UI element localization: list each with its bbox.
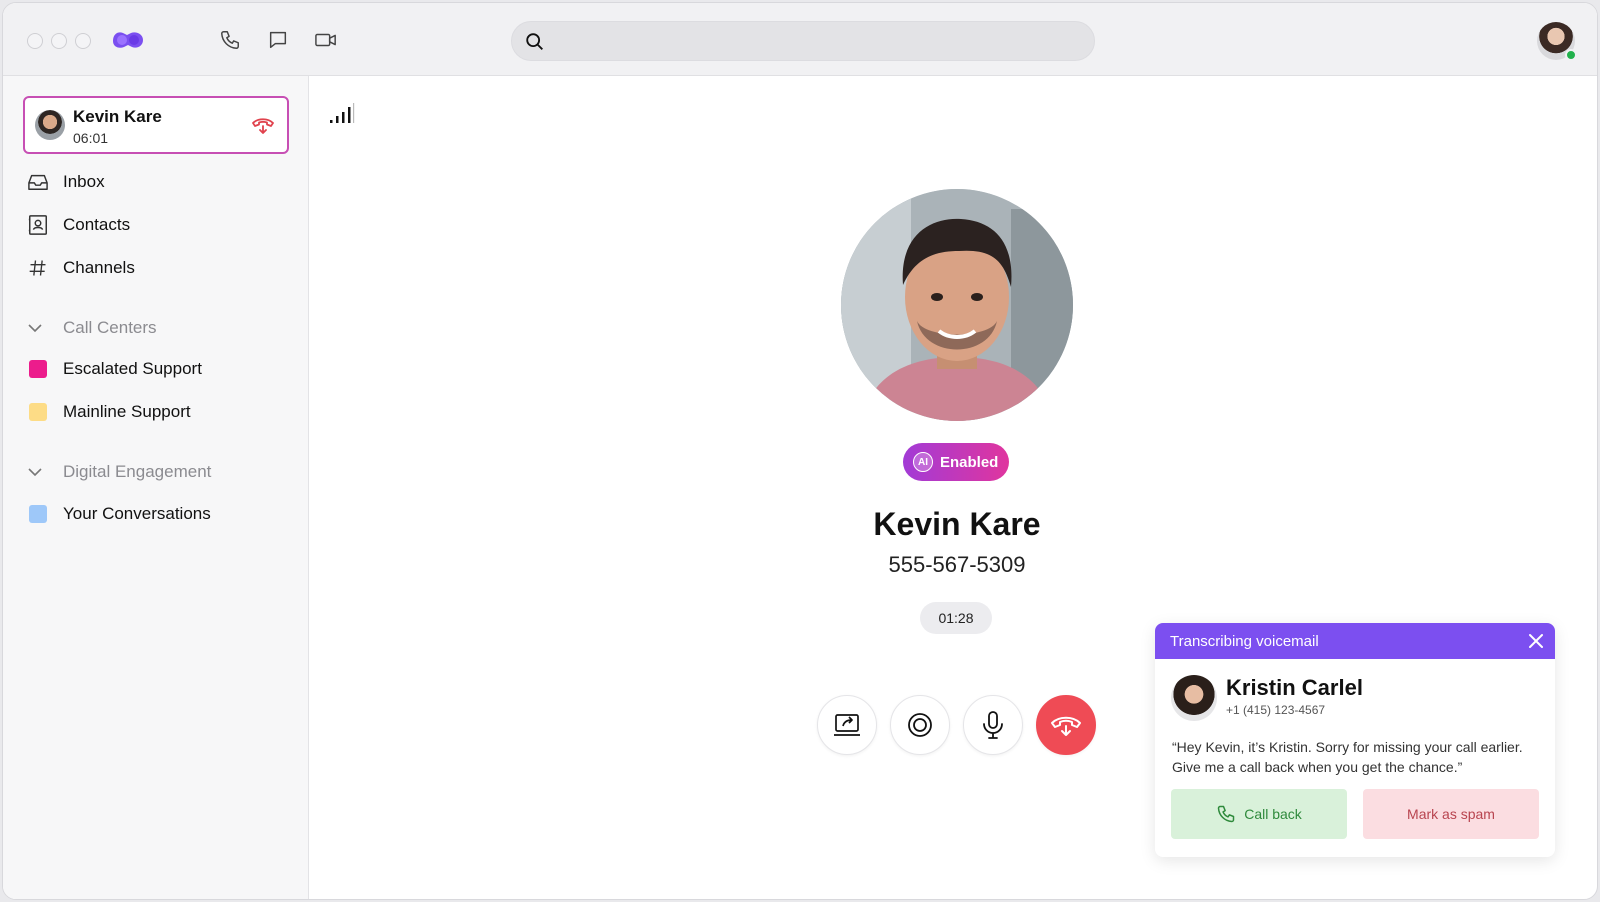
- active-call-avatar: [35, 110, 65, 140]
- video-icon[interactable]: [313, 27, 339, 53]
- search-bar[interactable]: [511, 21, 1095, 61]
- mark-as-spam-label: Mark as spam: [1407, 806, 1495, 822]
- window-close-button[interactable]: [27, 33, 43, 49]
- contacts-icon: [25, 212, 51, 238]
- voicemail-caller-avatar: [1171, 675, 1217, 721]
- online-status-indicator: [1565, 49, 1577, 61]
- sidebar-item-label: Channels: [63, 258, 135, 277]
- active-call-card[interactable]: Kevin Kare 06:01: [23, 96, 289, 154]
- call-back-button[interactable]: Call back: [1171, 789, 1347, 839]
- window-zoom-button[interactable]: [75, 33, 91, 49]
- channel-color-swatch: [29, 360, 47, 378]
- ai-enabled-badge[interactable]: AI Enabled: [903, 443, 1009, 481]
- call-back-label: Call back: [1244, 806, 1302, 822]
- microphone-icon: [983, 711, 1003, 739]
- sidebar-item-label: Contacts: [63, 215, 131, 234]
- section-call-centers[interactable]: Call Centers: [27, 316, 157, 340]
- hangup-icon[interactable]: [251, 114, 275, 136]
- voicemail-transcript: “Hey Kevin, it’s Kristin. Sorry for miss…: [1172, 739, 1523, 775]
- share-screen-icon: [834, 714, 860, 736]
- chevron-down-icon: [27, 467, 49, 477]
- caller-phone: 555-567-5309: [888, 552, 1026, 577]
- sidebar-item-contacts[interactable]: Contacts: [25, 211, 130, 239]
- call-timer: 01:28: [920, 602, 992, 634]
- inbox-icon: [25, 169, 51, 195]
- phone-icon: [1217, 805, 1235, 823]
- titlebar: [3, 3, 1597, 76]
- share-screen-button[interactable]: [817, 695, 877, 755]
- sidebar-item-channels[interactable]: Channels: [25, 254, 135, 282]
- caller-avatar: [841, 189, 1073, 421]
- chevron-down-icon: [27, 323, 49, 333]
- sidebar-item-escalated-support[interactable]: Escalated Support: [25, 355, 202, 383]
- close-icon[interactable]: [1527, 632, 1545, 650]
- sidebar-item-label: Inbox: [63, 172, 105, 191]
- record-icon: [908, 713, 932, 737]
- search-icon: [526, 33, 543, 50]
- channel-color-swatch: [29, 505, 47, 523]
- active-call-name: Kevin Kare: [73, 107, 162, 126]
- ai-enabled-label: Enabled: [940, 453, 999, 471]
- sidebar-item-label: Mainline Support: [63, 402, 191, 421]
- voicemail-card: Transcribing voicemail Kristin Carlel +1…: [1155, 623, 1555, 857]
- hash-icon: [25, 255, 51, 281]
- sidebar-item-label: Your Conversations: [63, 504, 211, 523]
- record-button[interactable]: [890, 695, 950, 755]
- section-digital-engagement[interactable]: Digital Engagement: [27, 460, 211, 484]
- hangup-button[interactable]: [1036, 695, 1096, 755]
- section-label: Call Centers: [63, 318, 157, 337]
- voicemail-caller-name: Kristin Carlel: [1226, 675, 1363, 700]
- sidebar-item-inbox[interactable]: Inbox: [25, 168, 105, 196]
- section-label: Digital Engagement: [63, 462, 212, 481]
- search-input[interactable]: [556, 30, 1076, 54]
- voicemail-caller-phone: +1 (415) 123-4567: [1226, 703, 1326, 717]
- phone-icon[interactable]: [217, 27, 243, 53]
- sidebar-item-your-conversations[interactable]: Your Conversations: [25, 500, 211, 528]
- sidebar: Kevin Kare 06:01 Inbox Contacts Channels: [3, 76, 309, 899]
- sidebar-item-label: Escalated Support: [63, 359, 202, 378]
- mute-button[interactable]: [963, 695, 1023, 755]
- window-minimize-button[interactable]: [51, 33, 67, 49]
- hangup-icon: [1051, 716, 1081, 736]
- app-window: Kevin Kare 06:01 Inbox Contacts Channels: [2, 2, 1598, 900]
- active-call-duration: 06:01: [73, 130, 109, 146]
- ai-icon: AI: [913, 452, 933, 472]
- voicemail-header: Transcribing voicemail: [1155, 623, 1555, 659]
- message-icon[interactable]: [265, 27, 291, 53]
- caller-name: Kevin Kare: [873, 506, 1041, 542]
- mark-as-spam-button[interactable]: Mark as spam: [1363, 789, 1539, 839]
- channel-color-swatch: [29, 403, 47, 421]
- app-logo: [113, 32, 143, 48]
- signal-strength-icon: [330, 103, 355, 123]
- sidebar-item-mainline-support[interactable]: Mainline Support: [25, 398, 191, 426]
- voicemail-header-title: Transcribing voicemail: [1170, 632, 1319, 650]
